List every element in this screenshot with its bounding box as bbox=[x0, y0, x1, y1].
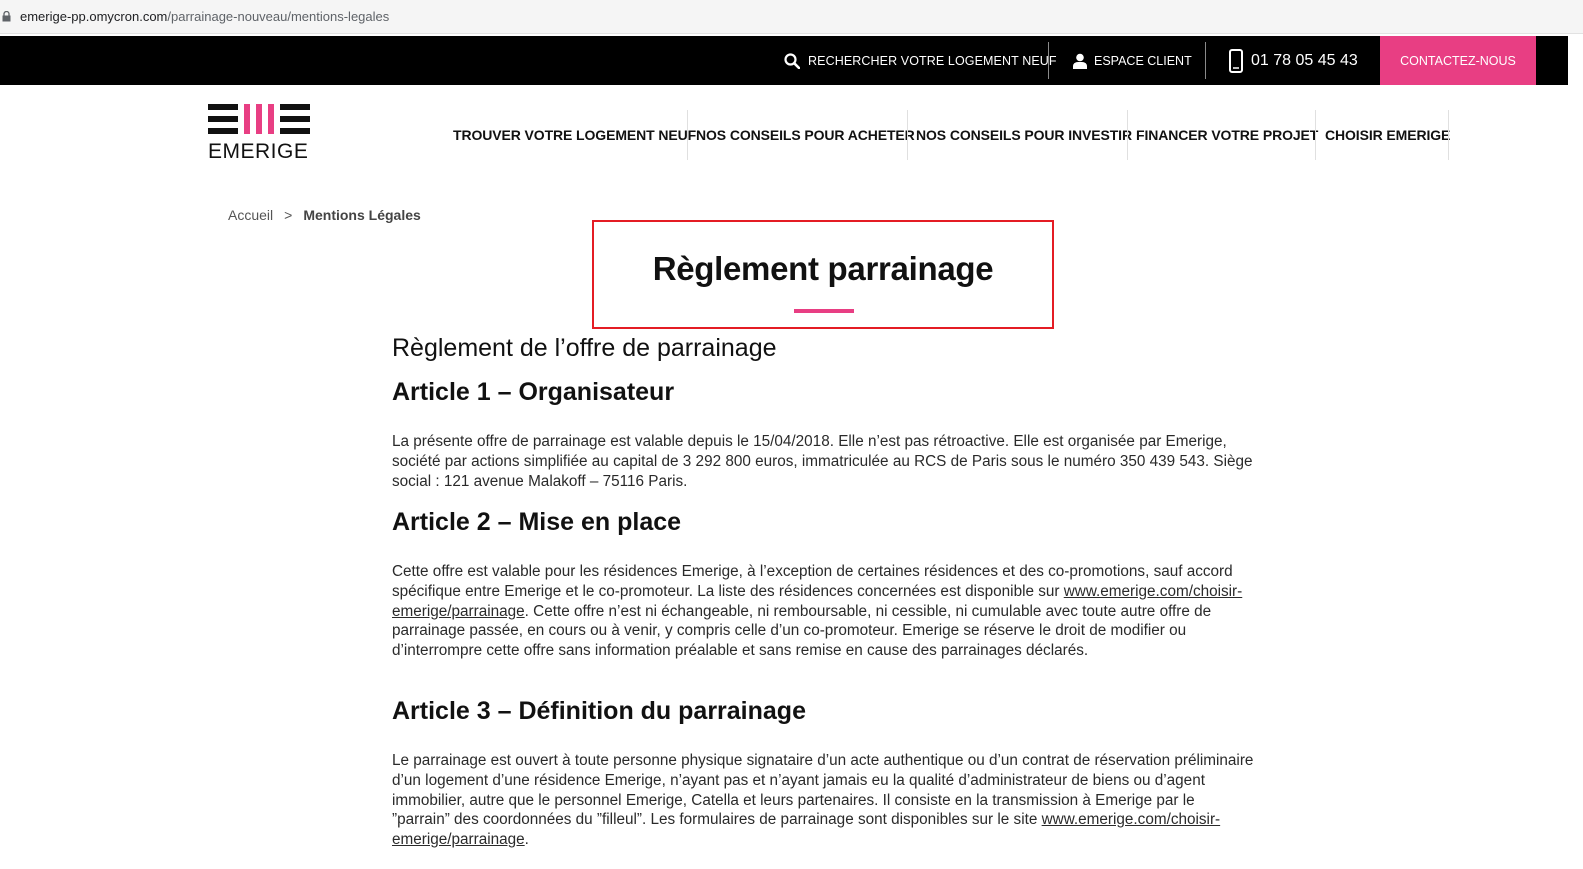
client-area-link[interactable]: ESPACE CLIENT bbox=[1073, 36, 1192, 85]
content-subtitle: Règlement de l’offre de parrainage bbox=[392, 334, 777, 362]
nav-financing[interactable]: FINANCER VOTRE PROJET bbox=[1136, 110, 1318, 160]
phone-icon bbox=[1229, 48, 1243, 73]
breadcrumb-home[interactable]: Accueil bbox=[228, 207, 273, 223]
url-domain: emerige-pp.omycron.com bbox=[20, 9, 168, 24]
breadcrumb-separator: > bbox=[284, 207, 293, 223]
nav-divider bbox=[1127, 110, 1128, 160]
article-text: . bbox=[524, 831, 529, 849]
main-navigation: TROUVER VOTRE LOGEMENT NEUF NOS CONSEILS… bbox=[0, 110, 1583, 160]
lock-icon bbox=[2, 11, 11, 22]
nav-investing-advice[interactable]: NOS CONSEILS POUR INVESTIR bbox=[916, 110, 1132, 160]
user-icon bbox=[1073, 53, 1087, 69]
url-path: /parrainage-nouveau/mentions-legales bbox=[167, 9, 390, 24]
search-icon bbox=[784, 52, 800, 69]
nav-divider bbox=[1448, 110, 1449, 160]
article-heading: Article 3 – Définition du parrainage bbox=[392, 697, 806, 725]
nav-divider bbox=[687, 110, 688, 160]
topbar-divider bbox=[1205, 42, 1206, 79]
browser-url-bar[interactable]: emerige-pp.omycron.com/parrainage-nouvea… bbox=[0, 0, 1583, 34]
nav-buying-advice[interactable]: NOS CONSEILS POUR ACHETER bbox=[696, 110, 915, 160]
breadcrumb-current: Mentions Légales bbox=[303, 207, 421, 223]
search-housing-label: RECHERCHER VOTRE LOGEMENT NEUF bbox=[808, 53, 1057, 68]
topbar-divider bbox=[1048, 42, 1049, 79]
top-utility-bar: RECHERCHER VOTRE LOGEMENT NEUF ESPACE CL… bbox=[0, 36, 1568, 85]
article-heading: Article 1 – Organisateur bbox=[392, 378, 675, 406]
article-body: La présente offre de parrainage est vala… bbox=[392, 433, 1253, 490]
nav-choose-emerige[interactable]: CHOISIR EMERIGE bbox=[1325, 110, 1450, 160]
nav-find-housing[interactable]: TROUVER VOTRE LOGEMENT NEUF bbox=[453, 110, 696, 160]
contact-us-button[interactable]: CONTACTEZ-NOUS bbox=[1380, 36, 1536, 85]
phone-number: 01 78 05 45 43 bbox=[1251, 51, 1358, 69]
article-body: Le parrainage est ouvert à toute personn… bbox=[392, 751, 1254, 850]
article-body: Cette offre est valable pour les résiden… bbox=[392, 562, 1254, 661]
article-heading: Article 2 – Mise en place bbox=[392, 508, 682, 536]
search-housing-link[interactable]: RECHERCHER VOTRE LOGEMENT NEUF bbox=[784, 36, 1057, 85]
page-title: Règlement parrainage bbox=[652, 250, 994, 287]
client-area-label: ESPACE CLIENT bbox=[1094, 53, 1192, 68]
page-title-highlight: Règlement parrainage bbox=[592, 220, 1054, 329]
title-underline bbox=[794, 309, 854, 313]
phone-link[interactable]: 01 78 05 45 43 bbox=[1229, 36, 1358, 85]
url-text[interactable]: emerige-pp.omycron.com/parrainage-nouvea… bbox=[20, 9, 389, 24]
breadcrumb: Accueil > Mentions Légales bbox=[228, 207, 421, 223]
nav-divider bbox=[907, 110, 908, 160]
nav-divider bbox=[1315, 110, 1316, 160]
